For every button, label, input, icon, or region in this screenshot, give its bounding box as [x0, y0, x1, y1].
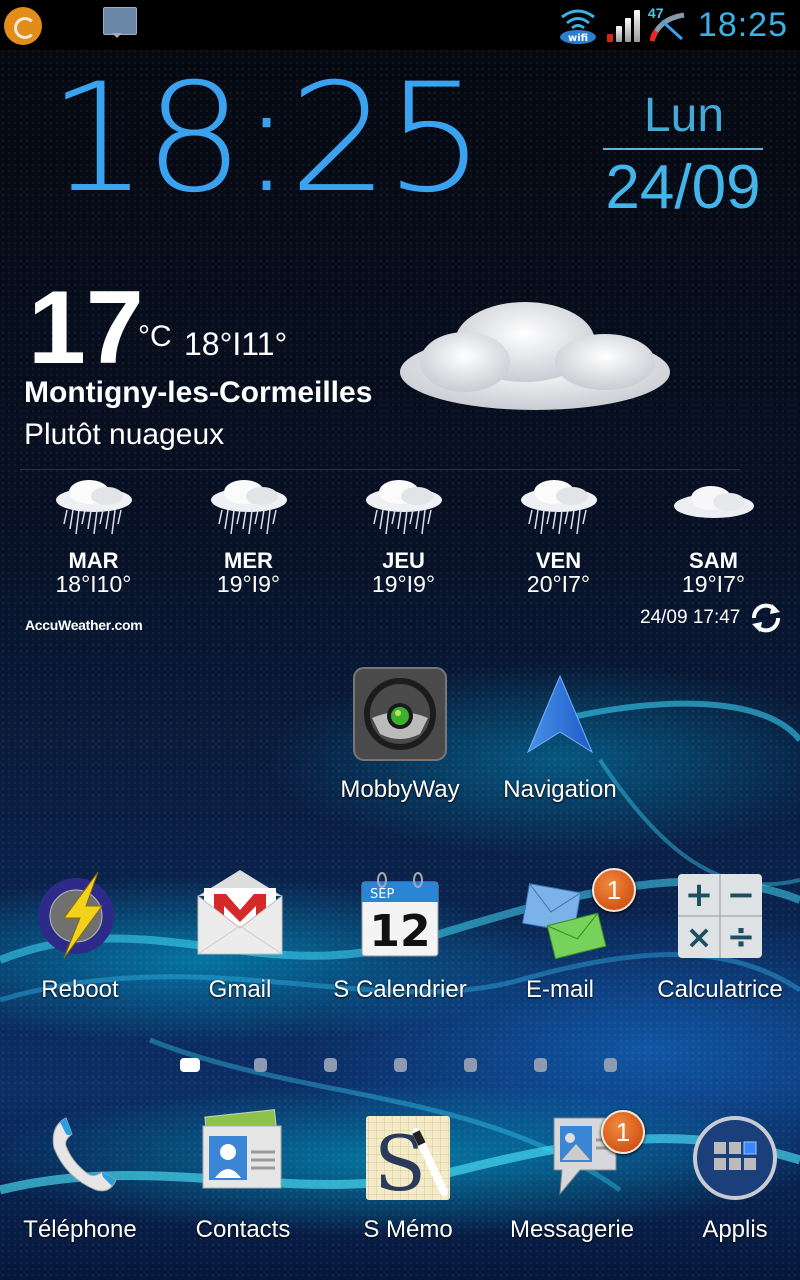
dock-contacts[interactable]: Contacts: [168, 1106, 318, 1244]
app-label: Applis: [702, 1216, 768, 1243]
message-notification-icon: [103, 7, 137, 38]
app-drawer-icon: [687, 1106, 783, 1202]
svg-text:÷: ÷: [727, 917, 756, 957]
calendar-day: 12: [369, 906, 430, 957]
svg-text:+: +: [685, 875, 714, 915]
clock-day: Lun: [643, 89, 725, 142]
forecast-temps: 18°I10°: [55, 571, 132, 597]
clock-time: 18:25: [48, 52, 485, 226]
current-temperature: 17: [28, 270, 144, 386]
calculator-icon: + − × ÷: [672, 866, 768, 962]
app-label: Contacts: [195, 1216, 291, 1243]
rain-cloud-icon: [365, 480, 442, 535]
app-label: E-mail: [525, 976, 594, 1003]
app-calculatrice[interactable]: + − × ÷ Calculatrice: [645, 866, 795, 1004]
dock-s-memo[interactable]: S S Mémo: [333, 1106, 483, 1244]
app-reboot[interactable]: Reboot: [5, 866, 155, 1004]
forecast-day-name: JEU: [382, 548, 425, 573]
app-label: S Calendrier: [333, 976, 467, 1003]
forecast-temps: 20°I7°: [526, 571, 591, 597]
forecast-day: MER 19°I9°: [171, 476, 326, 596]
app-email[interactable]: 1 E-mail: [485, 866, 636, 1004]
forecast-day: MAR 18°I10°: [16, 476, 171, 596]
calendar-icon: SEP 12: [352, 866, 448, 962]
forecast-day: SAM 19°I7°: [636, 476, 791, 596]
email-unread-badge: 1: [592, 868, 636, 912]
avast-icon: [4, 7, 42, 45]
email-icon: 1: [512, 866, 636, 962]
accuweather-suffix: .com: [110, 617, 143, 633]
app-label: Reboot: [41, 976, 119, 1003]
svg-text:wifi: wifi: [568, 33, 588, 44]
page-dot-3[interactable]: [324, 1058, 337, 1072]
svg-text:−: −: [727, 875, 756, 915]
weather-updated-time: 24/09 17:47: [640, 607, 741, 628]
today-high-low: 18°I11°: [184, 326, 288, 362]
app-label: Téléphone: [23, 1216, 137, 1243]
page-dot-7[interactable]: [604, 1058, 617, 1072]
app-label: Gmail: [208, 976, 272, 1003]
app-s-calendrier[interactable]: SEP 12 S Calendrier: [325, 866, 475, 1004]
status-bar[interactable]: wifi 47 18:25: [0, 0, 800, 50]
app-label: Navigation: [503, 776, 617, 803]
app-navigation[interactable]: Navigation: [485, 666, 635, 804]
navigation-arrow-icon: [512, 666, 608, 762]
forecast-day: VEN 20°I7°: [481, 476, 636, 596]
calendar-month: SEP: [370, 887, 394, 902]
forecast-day-name: MER: [224, 548, 273, 573]
rain-cloud-icon: [55, 480, 132, 535]
app-gmail[interactable]: Gmail: [165, 866, 315, 1004]
battery-gauge-icon: 47: [648, 5, 690, 45]
page-dot-6[interactable]: [534, 1058, 547, 1072]
dock-telephone[interactable]: Téléphone: [5, 1106, 155, 1244]
mobbyway-icon: [352, 666, 448, 762]
dock-messagerie[interactable]: 1 Messagerie: [497, 1106, 647, 1244]
dock-applis[interactable]: Applis: [660, 1106, 800, 1244]
clock-divider: [603, 148, 763, 150]
accuweather-name: AccuWeather: [25, 617, 111, 633]
clock-date: 24/09: [605, 153, 761, 222]
app-label: MobbyWay: [340, 776, 460, 803]
forecast-temps: 19°I7°: [681, 571, 746, 597]
app-label: S Mémo: [363, 1216, 453, 1243]
signal-icon: [606, 8, 640, 42]
contacts-icon: [195, 1106, 291, 1202]
reboot-lightning-icon: [32, 866, 128, 962]
weather-location: Montigny-les-Cormeilles: [24, 376, 373, 409]
cloud-icon: [673, 486, 754, 518]
weather-condition: Plutôt nuageux: [24, 418, 225, 451]
status-time: 18:25: [697, 5, 788, 44]
accuweather-logo[interactable]: AccuWeather.com: [25, 617, 143, 633]
temperature-unit: °C: [138, 320, 172, 353]
weather-divider: [20, 469, 740, 470]
app-label: Calculatrice: [657, 976, 783, 1003]
app-mobbyway[interactable]: MobbyWay: [325, 666, 475, 804]
messaging-unread-badge: 1: [601, 1110, 645, 1154]
gmail-icon: [192, 866, 288, 962]
page-dot-1[interactable]: [180, 1058, 200, 1072]
svg-text:×: ×: [686, 918, 713, 956]
forecast-row: MAR 18°I10° MER 19°I9° JEU 19°I9° VEN 20…: [16, 476, 796, 596]
wifi-icon: wifi: [559, 9, 596, 44]
forecast-day-name: SAM: [689, 548, 738, 573]
rain-cloud-icon: [520, 480, 597, 535]
page-dot-4[interactable]: [394, 1058, 407, 1072]
rain-cloud-icon: [210, 480, 287, 535]
phone-icon: [32, 1106, 128, 1202]
app-label: Messagerie: [509, 1216, 635, 1243]
s-memo-icon: S: [360, 1106, 456, 1208]
forecast-day-name: MAR: [68, 548, 119, 573]
forecast-temps: 19°I9°: [371, 571, 436, 597]
forecast-day-name: VEN: [535, 548, 582, 573]
refresh-icon[interactable]: [748, 600, 784, 636]
page-dot-2[interactable]: [254, 1058, 267, 1072]
forecast-temps: 19°I9°: [216, 571, 281, 597]
forecast-day: JEU 19°I9°: [326, 476, 481, 596]
cloud-icon: [400, 302, 670, 410]
page-dot-5[interactable]: [464, 1058, 477, 1072]
